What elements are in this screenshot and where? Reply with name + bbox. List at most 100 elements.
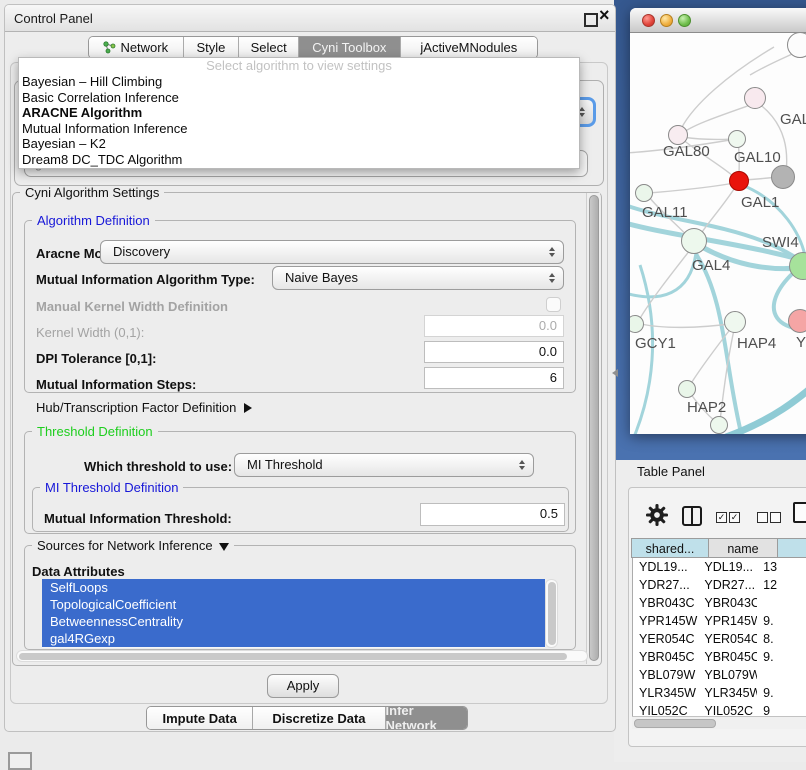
table-cell	[757, 666, 806, 684]
algorithm-option[interactable]: Bayesian – Hill Climbing	[19, 74, 579, 90]
apply-button[interactable]: Apply	[267, 674, 339, 698]
tab-network[interactable]: Network	[89, 37, 183, 58]
network-node-gal1[interactable]	[729, 171, 749, 191]
algorithm-definition-title: Algorithm Definition	[32, 213, 155, 228]
table-row[interactable]: YBL079WYBL079W	[633, 666, 806, 684]
columns-icon[interactable]	[682, 506, 702, 526]
column-header[interactable]: shared...	[631, 538, 709, 558]
tab-impute-data[interactable]: Impute Data	[147, 707, 252, 729]
attribute-list-item[interactable]: gal4RGexp	[42, 630, 545, 647]
network-node-gal11[interactable]	[635, 184, 653, 202]
algorithm-list: Bayesian – Hill ClimbingBasic Correlatio…	[19, 74, 579, 168]
mi-threshold-field[interactable]: 0.5	[420, 503, 565, 526]
minimized-panel-icon[interactable]	[8, 752, 32, 770]
tab-label: Cyni Toolbox	[312, 40, 386, 55]
node-label: HAP4	[737, 335, 776, 352]
network-node[interactable]	[771, 165, 795, 189]
table-row[interactable]: YBR043CYBR043C	[633, 594, 806, 612]
attribute-list-item[interactable]: BetweennessCentrality	[42, 613, 545, 630]
network-window-titlebar[interactable]	[630, 8, 806, 33]
scrollbar-thumb[interactable]	[548, 582, 556, 645]
close-traffic-light-icon[interactable]	[642, 14, 655, 27]
network-node-gal[interactable]	[744, 87, 766, 109]
attribute-list-item[interactable]: TopologicalCoefficient	[42, 596, 545, 613]
table-cell: 8.	[757, 630, 806, 648]
table-row[interactable]: YLR345WYLR345W9.	[633, 684, 806, 702]
tab-discretize-data[interactable]: Discretize Data	[252, 707, 384, 729]
table-body[interactable]: YDL19...YDL19...13YDR27...YDR27...12YBR0…	[632, 558, 806, 716]
aracne-mode-combo[interactable]: Discovery	[100, 240, 564, 264]
network-node[interactable]	[710, 416, 728, 434]
network-node-gal10[interactable]	[728, 130, 746, 148]
table-row[interactable]: YER054CYER054C8.	[633, 630, 806, 648]
algorithm-option[interactable]: Dream8 DC_TDC Algorithm	[19, 152, 579, 168]
deselect-all-checkbox-icon[interactable]	[757, 512, 768, 523]
table-row[interactable]: YIL052CYIL052C9	[633, 702, 806, 716]
sources-title[interactable]: Sources for Network Inference	[32, 538, 234, 553]
network-node-gal80[interactable]	[668, 125, 688, 145]
kernel-width-label: Kernel Width (0,1):	[36, 325, 144, 340]
node-label: GAL10	[734, 149, 781, 166]
float-window-icon[interactable]	[584, 13, 598, 27]
settings-horizontal-scrollbar[interactable]	[16, 650, 588, 662]
document-icon[interactable]	[793, 502, 806, 523]
attribute-list-item[interactable]: SelfLoops	[42, 579, 545, 596]
control-panel-titlebar[interactable]	[5, 5, 615, 32]
minimize-traffic-light-icon[interactable]	[660, 14, 673, 27]
mi-steps-field[interactable]: 6	[424, 367, 564, 389]
close-icon[interactable]: ×	[599, 6, 610, 24]
table-row[interactable]: YPR145WYPR145W9.	[633, 612, 806, 630]
hub-section-toggle[interactable]: Hub/Transcription Factor Definition	[36, 400, 252, 415]
tab-select[interactable]: Select	[238, 37, 298, 58]
scrollbar-thumb[interactable]	[589, 195, 599, 661]
table-cell: 9.	[757, 684, 806, 702]
attributes-vertical-scrollbar[interactable]	[545, 579, 558, 648]
network-node-hap2[interactable]	[678, 380, 696, 398]
manual-kernel-checkbox[interactable]	[546, 297, 561, 312]
settings-vertical-scrollbar[interactable]	[586, 193, 600, 664]
scrollbar-thumb[interactable]	[19, 653, 567, 660]
node-label: GAL80	[663, 143, 710, 160]
tab-label: Select	[251, 40, 287, 55]
gear-icon[interactable]	[646, 504, 668, 526]
tab-cyni-toolbox[interactable]: Cyni Toolbox	[298, 37, 400, 58]
table-row[interactable]: YBR045CYBR045C9.	[633, 648, 806, 666]
table-header-row[interactable]: shared...name	[632, 538, 806, 558]
network-node-y[interactable]	[788, 309, 806, 333]
table-row[interactable]: YDR27...YDR27...12	[633, 576, 806, 594]
algorithm-option[interactable]: Bayesian – K2	[19, 136, 579, 152]
table-row[interactable]: YDL19...YDL19...13	[633, 558, 806, 576]
network-node-gal4[interactable]	[681, 228, 707, 254]
network-canvas[interactable]: GALGAL80GAL10GAL1GAL11SWI4GAL4GCY1HAP4YH…	[630, 33, 806, 434]
algorithm-option[interactable]: Mutual Information Inference	[19, 121, 579, 137]
table-cell: YBR045C	[633, 648, 698, 666]
which-threshold-combo[interactable]: MI Threshold	[234, 453, 534, 477]
deselect-all-checkbox-icon[interactable]	[770, 512, 781, 523]
column-header[interactable]	[777, 538, 806, 558]
table-horizontal-scrollbar[interactable]	[632, 716, 806, 729]
network-view-window[interactable]: GALGAL80GAL10GAL1GAL11SWI4GAL4GCY1HAP4YH…	[630, 8, 806, 434]
table-cell: YIL052C	[698, 702, 757, 716]
algorithm-option[interactable]: Basic Correlation Inference	[19, 90, 579, 106]
scrollbar-thumb[interactable]	[634, 719, 716, 728]
tab-label: Network	[120, 40, 168, 55]
table-cell: YER054C	[698, 630, 757, 648]
select-all-checkbox-icon[interactable]: ✓	[729, 512, 740, 523]
network-node-hap4[interactable]	[724, 311, 746, 333]
panel-splitter-handle[interactable]	[612, 369, 618, 377]
dpi-tolerance-field[interactable]: 0.0	[424, 341, 564, 363]
dropdown-hint: Select algorithm to view settings	[19, 58, 579, 74]
mi-type-combo[interactable]: Naive Bayes	[272, 266, 564, 290]
kernel-width-field[interactable]: 0.0	[424, 315, 564, 337]
select-all-checkbox-icon[interactable]: ✓	[716, 512, 727, 523]
data-attributes-list[interactable]: SelfLoopsTopologicalCoefficientBetweenne…	[42, 579, 545, 648]
column-header[interactable]: name	[708, 538, 778, 558]
tab-style[interactable]: Style	[183, 37, 239, 58]
tab-jactivemnodules[interactable]: jActiveMNodules	[400, 37, 537, 58]
zoom-traffic-light-icon[interactable]	[678, 14, 691, 27]
algorithm-option[interactable]: ARACNE Algorithm	[19, 105, 579, 121]
tab-infer-network[interactable]: Infer Network	[385, 707, 467, 729]
threshold-definition-title: Threshold Definition	[32, 424, 158, 439]
table-cell: YLR345W	[698, 684, 757, 702]
node-label: HAP2	[687, 399, 726, 416]
